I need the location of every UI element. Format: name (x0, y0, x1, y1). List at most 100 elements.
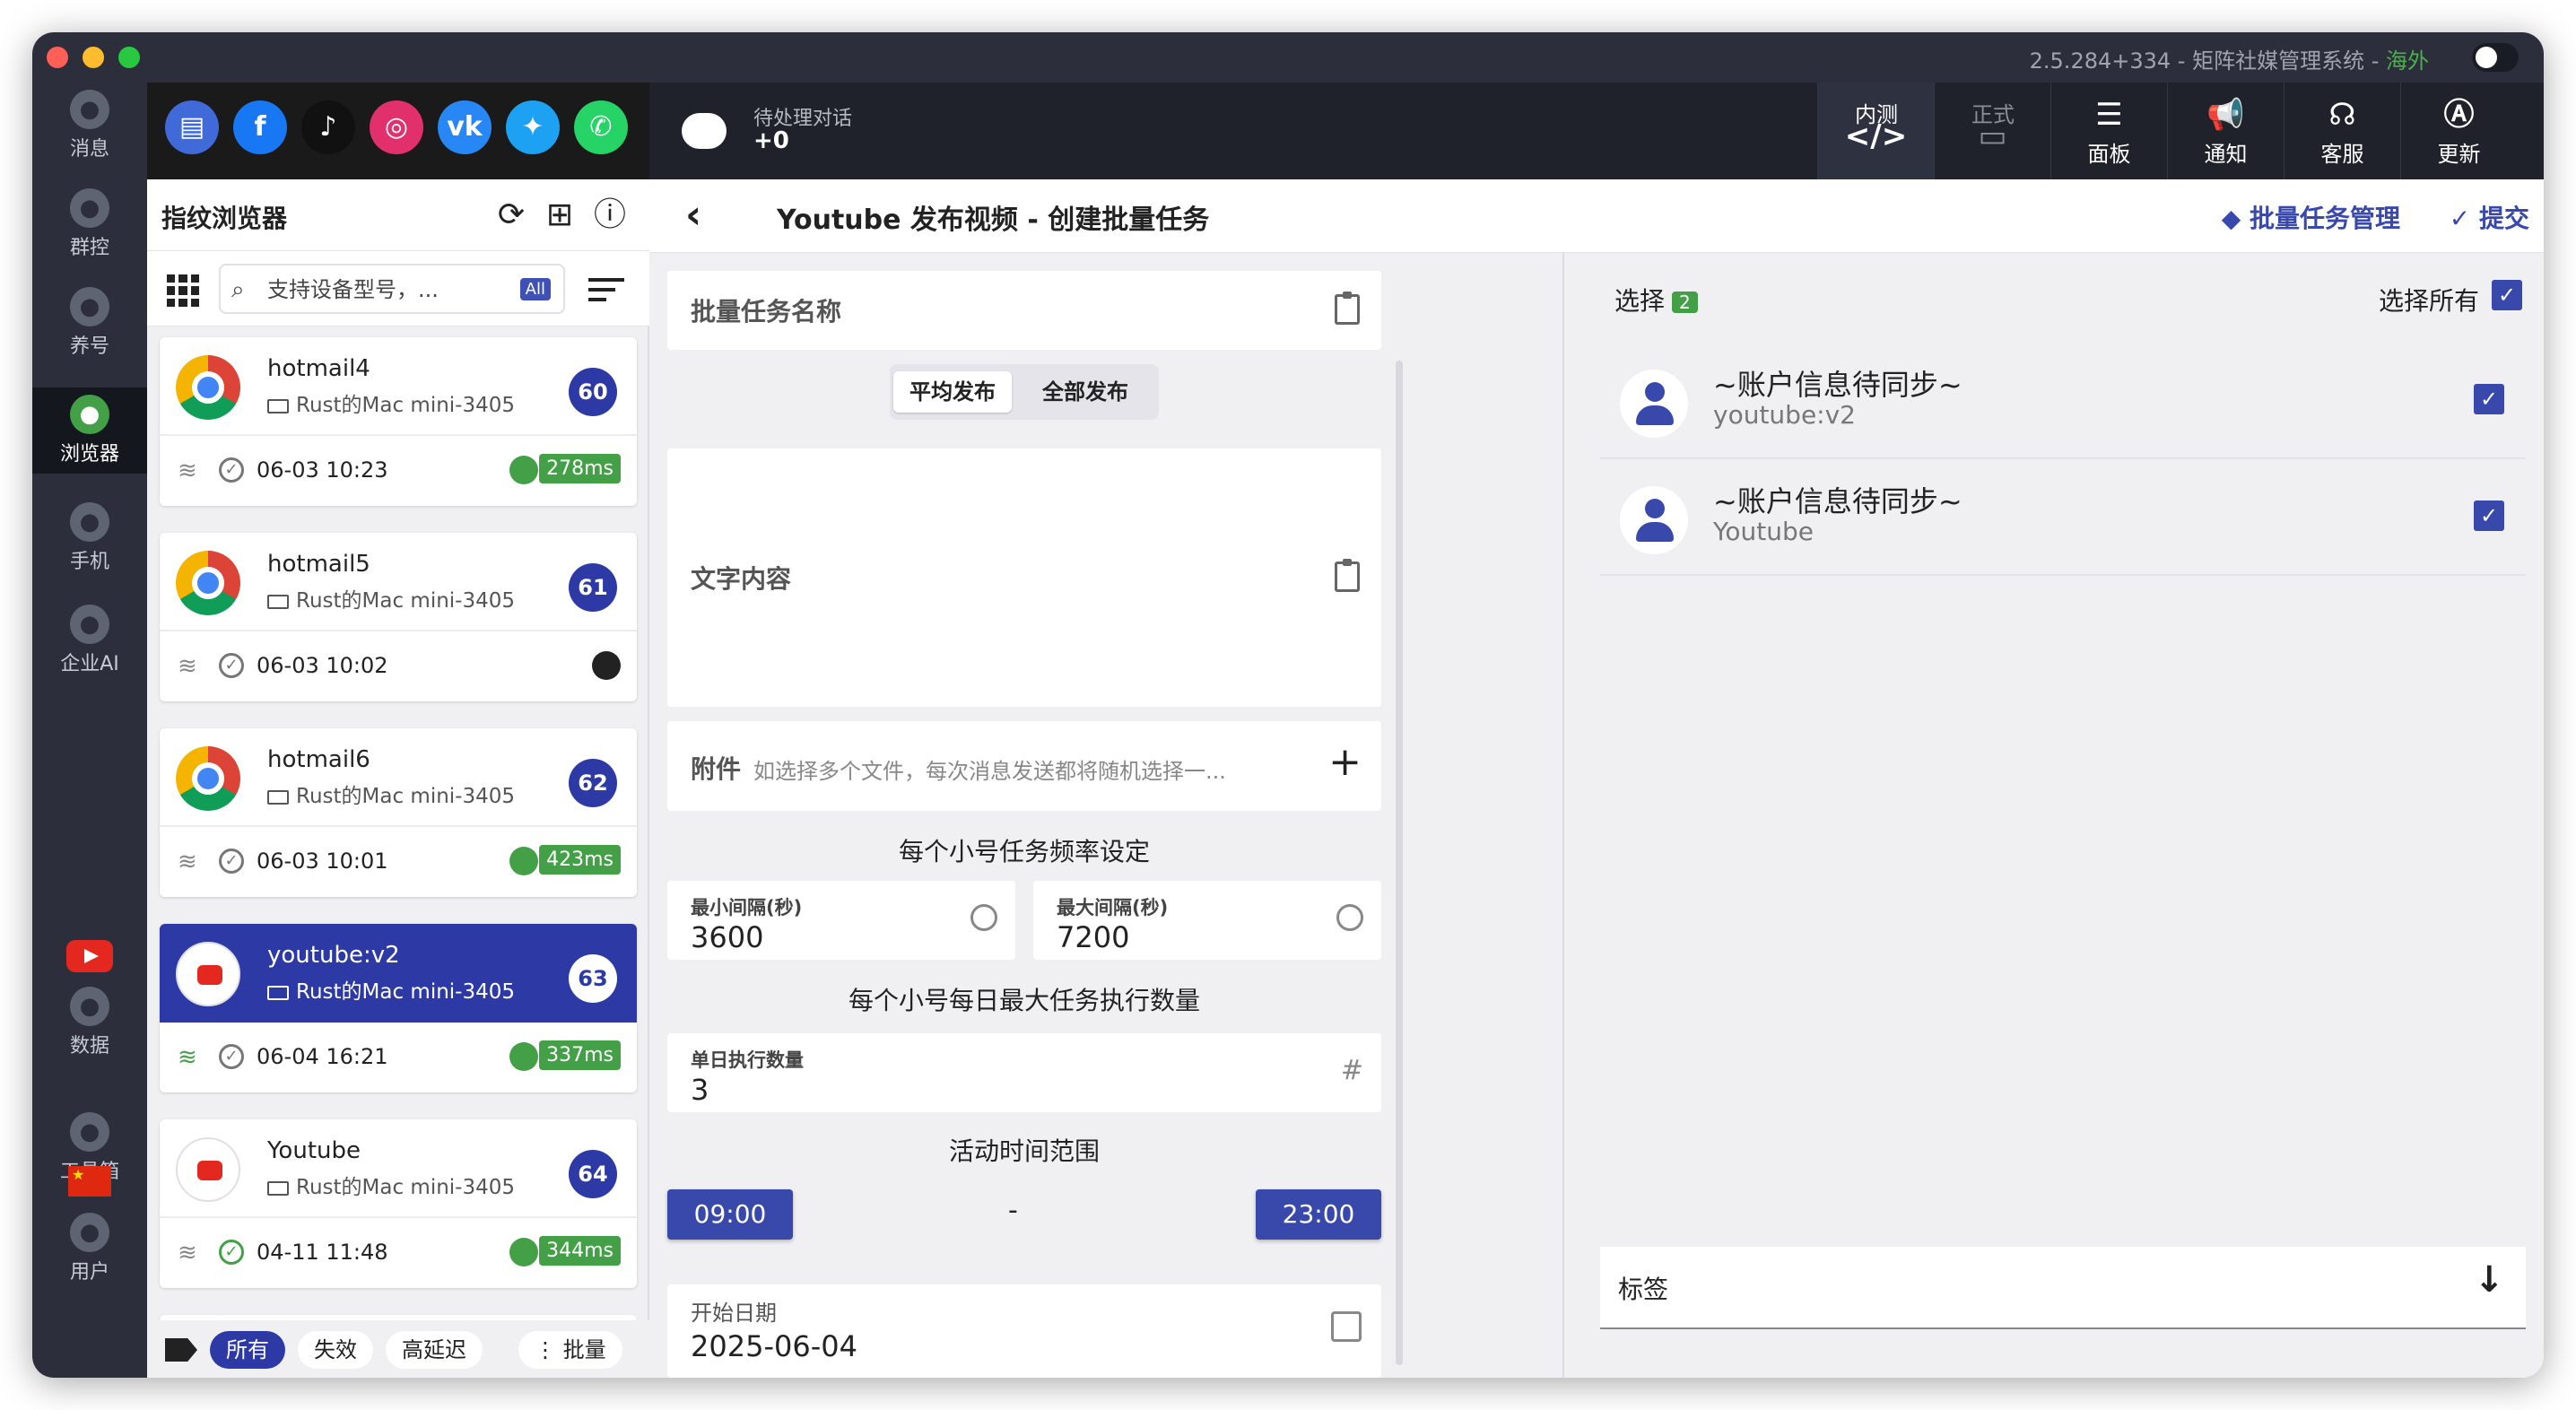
app-icon[interactable]: ▤ (165, 100, 219, 154)
tag-icon[interactable] (165, 1338, 197, 1362)
browser-profile-card[interactable]: hotmail6 Rust的Mac mini-3405 62 ≋ ✓ 06-03 10:0… (160, 728, 637, 897)
daily-count-field[interactable]: 单日执行数量 3 # (667, 1033, 1381, 1112)
instagram-icon[interactable]: ◎ (370, 100, 423, 154)
end-time-button[interactable]: 23:00 (1256, 1189, 1381, 1240)
browser-profile-card[interactable]: Youtube Rust的Mac mini-3405 64 ≋ ✓ 04-11 11:48… (160, 1119, 637, 1288)
minimize-window-button[interactable] (83, 47, 104, 68)
vk-icon[interactable]: vk (438, 100, 492, 154)
latency-badge: 344ms (539, 1236, 621, 1266)
text-content-field[interactable]: 文字内容 (667, 448, 1381, 707)
select-title-text: 选择 (1614, 286, 1666, 316)
submit-button[interactable]: ✓ 提交 (2450, 199, 2529, 235)
calendar-icon[interactable] (1331, 1311, 1362, 1342)
top-button-3[interactable]: 📢 通知 (2167, 83, 2284, 179)
profile-number-badge: 61 (569, 563, 617, 612)
task-name-field[interactable]: 批量任务名称 (667, 271, 1381, 350)
last-used-time: 06-04 16:21 (257, 1044, 388, 1069)
account-row[interactable]: ~账户信息待同步~ Youtube ✓ (1600, 459, 2526, 576)
top-button-label: 正式 (1971, 102, 2015, 127)
nav-item-8[interactable]: ● 用户 (32, 1205, 147, 1292)
max-interval-field[interactable]: 最大间隔(秒) 7200 (1033, 881, 1381, 960)
text-content-label: 文字内容 (691, 564, 792, 594)
china-flag-icon[interactable] (68, 1166, 111, 1197)
social-glyph: ♪ (319, 111, 337, 143)
top-button-label: 更新 (2437, 142, 2481, 167)
close-window-button[interactable] (47, 47, 68, 68)
check-circle-icon: ✓ (219, 457, 244, 483)
add-attachment-icon[interactable]: + (1328, 739, 1362, 785)
attachment-field[interactable]: 附件 如选择多个文件，每次消息发送都将随机选择一... + (667, 721, 1381, 811)
facebook-icon[interactable]: f (233, 100, 287, 154)
select-all-checkbox[interactable]: ✓ (2492, 280, 2522, 310)
back-arrow-icon[interactable]: ‹ (685, 192, 701, 238)
profile-number-badge: 62 (569, 759, 617, 807)
top-button-5[interactable]: Ⓐ 更新 (2400, 83, 2517, 179)
tiktok-icon[interactable]: ♪ (301, 100, 355, 154)
top-button-2[interactable]: ☰ 面板 (2050, 83, 2167, 179)
search-input[interactable] (267, 274, 492, 305)
browser-profile-card[interactable]: hotmail4 Rust的Mac mini-3405 60 ≋ ✓ 06-03 10:2… (160, 337, 637, 506)
top-button-4[interactable]: ☊ 客服 (2284, 83, 2400, 179)
chat-bubble-icon (682, 113, 727, 149)
nav-item-2[interactable]: ● 养号 (32, 280, 147, 366)
all-publish-option[interactable]: 全部发布 (1026, 371, 1144, 413)
nav-item-0[interactable]: ● 消息 (32, 83, 147, 169)
youtube-icon[interactable] (66, 940, 113, 972)
nav-item-5[interactable]: ● 企业AI (32, 597, 147, 683)
form-scrollbar[interactable] (1396, 361, 1403, 1365)
globe-icon (592, 651, 621, 680)
zoom-window-button[interactable] (118, 47, 140, 68)
account-row[interactable]: ~账户信息待同步~ youtube:v2 ✓ (1600, 343, 2526, 459)
whatsapp-icon[interactable]: ✆ (574, 100, 628, 154)
device-text: Rust的Mac mini-3405 (296, 1176, 516, 1199)
grid-view-icon[interactable] (167, 274, 199, 307)
twitter-icon[interactable]: ✦ (506, 100, 560, 154)
data-icon: ● (70, 987, 109, 1026)
top-button-1[interactable]: ▭ 正式 (1934, 83, 2050, 179)
browser-profile-card[interactable]: hotmail5 Rust的Mac mini-3405 61 ≋ ✓ 06-03 10:0… (160, 533, 637, 701)
laptop-icon (267, 789, 289, 805)
nav-item-1[interactable]: ● 群控 (32, 181, 147, 267)
wifi-icon: ≋ (178, 457, 197, 484)
browser-profile-card[interactable]: youtube:v2 Rust的Mac mini-3405 63 ≋ ✓ 06-04 16… (160, 924, 637, 1092)
add-icon[interactable]: ⊞ (540, 196, 579, 235)
filter-all-chip[interactable]: 所有 (210, 1331, 285, 1369)
latency-badge: 337ms (539, 1040, 621, 1070)
card-status-row: ≋ ✓ 06-03 10:02 (160, 633, 637, 701)
profile-number-badge: 63 (569, 954, 617, 1003)
nav-item-6[interactable]: ● 数据 (32, 979, 147, 1066)
batch-button[interactable]: ⋮ 批量 (518, 1331, 622, 1369)
min-interval-field[interactable]: 最小间隔(秒) 3600 (667, 881, 1015, 960)
avg-publish-option[interactable]: 平均发布 (893, 371, 1012, 413)
timer-icon (1336, 904, 1363, 931)
active-time-section-title: 活动时间范围 (948, 1136, 1100, 1166)
theme-toggle[interactable] (2472, 43, 2519, 72)
nav-item-3[interactable]: ● 浏览器 (32, 387, 147, 474)
start-time-button[interactable]: 09:00 (667, 1189, 793, 1240)
last-used-time: 06-03 10:02 (257, 653, 388, 678)
social-glyph: ✦ (521, 111, 544, 143)
start-date-field[interactable]: 开始日期 2025-06-04 (667, 1284, 1381, 1378)
filter-invalid-chip[interactable]: 失效 (298, 1331, 373, 1369)
latency-badge: 278ms (539, 454, 621, 483)
info-icon[interactable]: ⓘ (590, 196, 630, 235)
sort-icon[interactable] (588, 278, 624, 301)
account-checkbox[interactable]: ✓ (2474, 384, 2504, 414)
top-button-0[interactable]: </> 内测 (1817, 83, 1934, 179)
all-filter-badge[interactable]: All (519, 278, 551, 300)
refresh-icon[interactable]: ⟳ (492, 196, 531, 235)
top-button-icon: ☊ (2328, 97, 2356, 133)
clipboard-icon[interactable] (1335, 559, 1360, 592)
check-circle-icon: ✓ (219, 1240, 244, 1265)
batch-manage-button[interactable]: ◆ 批量任务管理 (2222, 199, 2400, 235)
clipboard-icon[interactable] (1335, 292, 1360, 325)
account-checkbox[interactable]: ✓ (2474, 500, 2504, 531)
task-form: 批量任务名称 平均发布 全部发布 文字内容 附件 如选择多个文件，每次消息发送都… (649, 253, 1564, 1378)
filter-high-latency-chip[interactable]: 高延迟 (386, 1331, 483, 1369)
pending-count: +0 (753, 127, 789, 154)
nav-item-4[interactable]: ● 手机 (32, 495, 147, 581)
profile-name: hotmail4 (267, 355, 370, 382)
social-glyph: ✆ (589, 111, 613, 143)
tag-selector[interactable]: 标签 ↓ (1600, 1247, 2526, 1329)
card-header: Youtube Rust的Mac mini-3405 64 (160, 1119, 637, 1218)
